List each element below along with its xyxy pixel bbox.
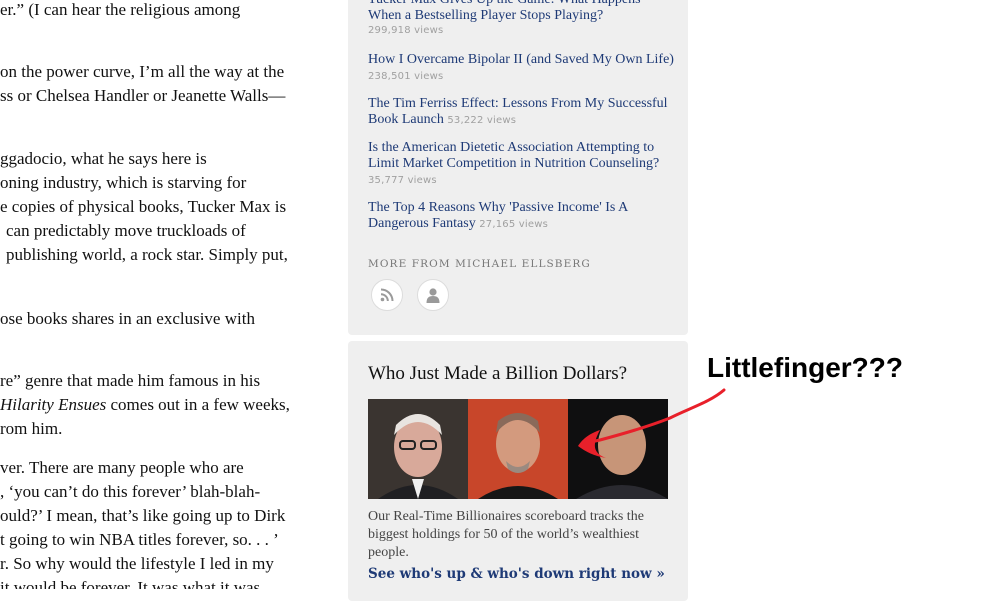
article-line: Hilarity Ensues comes out in a few weeks… xyxy=(0,395,290,415)
story-views: 238,501 views xyxy=(368,71,444,82)
article-line: ver. There are many people who are xyxy=(0,458,244,477)
article-line: t going to win NBA titles forever, so. .… xyxy=(0,530,279,549)
story-item[interactable]: The Tim Ferriss Effect: Lessons From My … xyxy=(368,96,674,129)
article-line-text: comes out in a few weeks, xyxy=(106,395,290,414)
red-arrow-annotation xyxy=(578,388,726,458)
article-line: er.” (I can hear the religious among xyxy=(0,0,241,19)
article-line: , ‘you can’t do this forever’ blah-blah- xyxy=(0,482,261,501)
article-line: ss or Chelsea Handler or Jeanette Walls— xyxy=(0,86,286,105)
story-views: 35,777 views xyxy=(368,175,437,186)
article-line: it would be forever. It was what it was xyxy=(0,578,261,589)
profile-button[interactable] xyxy=(417,279,449,311)
story-views: 27,165 views xyxy=(479,219,549,230)
article-line: can predictably move truckloads of xyxy=(6,221,246,240)
more-from-heading: MORE FROM MICHAEL ELLSBERG xyxy=(368,258,591,270)
article-line: publishing world, a rock star. Simply pu… xyxy=(6,245,288,264)
promo-link[interactable]: See who's up & who's down right now » xyxy=(368,566,665,582)
story-title[interactable]: Is the American Dietetic Association Att… xyxy=(368,140,659,171)
rss-icon xyxy=(380,288,394,302)
story-item[interactable]: Tucker Max Gives Up the Game: What Happe… xyxy=(368,0,674,38)
book-title: Hilarity Ensues xyxy=(0,395,107,414)
story-title[interactable]: How I Overcame Bipolar II (and Saved My … xyxy=(368,52,674,67)
story-item[interactable]: The Top 4 Reasons Why 'Passive Income' I… xyxy=(368,200,674,233)
article-body: er.” (I can hear the religious among on … xyxy=(0,0,340,589)
profile-icon xyxy=(426,287,440,303)
story-item[interactable]: How I Overcame Bipolar II (and Saved My … xyxy=(368,52,674,85)
story-title[interactable]: Tucker Max Gives Up the Game: What Happe… xyxy=(368,0,641,23)
article-line: ose books shares in an exclusive with xyxy=(0,309,255,328)
story-views: 53,222 views xyxy=(447,115,517,126)
article-line: e copies of physical books, Tucker Max i… xyxy=(0,197,287,216)
story-item[interactable]: Is the American Dietetic Association Att… xyxy=(368,140,674,189)
article-line: on the power curve, I’m all the way at t… xyxy=(0,62,285,81)
promo-description: Our Real-Time Billionaires scoreboard tr… xyxy=(368,509,644,560)
story-views: 299,918 views xyxy=(368,25,444,36)
article-line: rom him. xyxy=(0,419,63,438)
article-line: ggadocio, what he says here is xyxy=(0,149,207,168)
article-line: re” genre that made him famous in his xyxy=(0,371,261,390)
article-line: oning industry, which is starving for xyxy=(0,173,247,192)
story-title[interactable]: The Tim Ferriss Effect: Lessons From My … xyxy=(368,96,668,127)
rss-button[interactable] xyxy=(371,279,403,311)
article-line: ould?’ I mean, that’s like going up to D… xyxy=(0,506,286,525)
article-line: r. So why would the lifestyle I led in m… xyxy=(0,554,274,573)
annotation-text: Littlefinger??? xyxy=(707,352,903,383)
